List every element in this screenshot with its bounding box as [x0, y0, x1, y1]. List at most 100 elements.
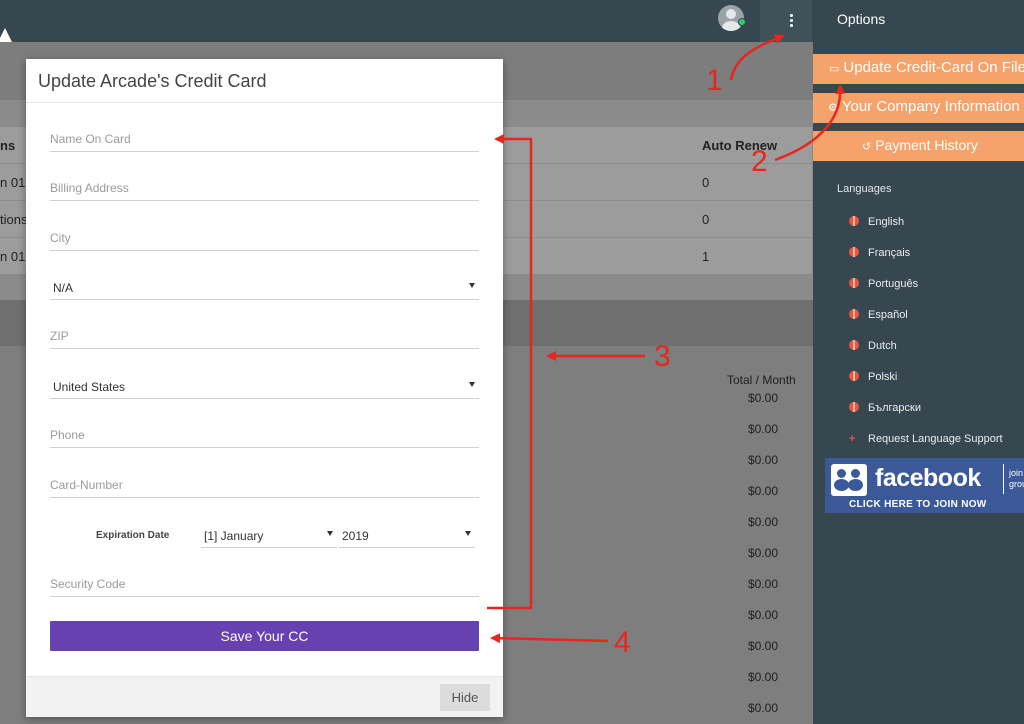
language-label: Español	[868, 309, 908, 321]
country-select[interactable]: United States	[50, 373, 479, 399]
language-item-francais[interactable]: Français	[849, 247, 910, 259]
country-select-value: United States	[53, 380, 126, 394]
zip-field[interactable]	[50, 323, 479, 349]
table-cell: tions	[0, 212, 28, 227]
language-label: Български	[868, 402, 921, 414]
globe-icon	[849, 216, 859, 226]
expiration-month-value: [1] January	[204, 529, 264, 543]
facebook-divider	[1003, 464, 1004, 494]
billing-address-field[interactable]	[50, 175, 479, 201]
annotation-label-2: 2	[751, 145, 768, 178]
expiration-year-value: 2019	[342, 529, 369, 543]
globe-icon	[849, 309, 859, 319]
language-item-polski[interactable]: Polski	[849, 371, 897, 383]
annotation-label-3: 3	[654, 340, 671, 373]
globe-icon	[849, 278, 859, 288]
plus-icon: +	[849, 433, 856, 445]
phone-field[interactable]	[50, 422, 479, 448]
modal-divider	[26, 102, 503, 103]
globe-icon	[849, 371, 859, 381]
amount-cell: $0.00	[748, 546, 779, 560]
annotation-label-4: 4	[614, 626, 631, 659]
hide-button[interactable]: Hide	[440, 684, 490, 711]
state-select[interactable]: N/A	[50, 274, 479, 300]
billing-address-input[interactable]	[50, 175, 479, 200]
language-item-portugues[interactable]: Português	[849, 278, 918, 290]
city-field[interactable]	[50, 225, 479, 251]
name-on-card-field[interactable]	[50, 126, 479, 152]
amount-cell: $0.00	[748, 670, 779, 684]
phone-input[interactable]	[50, 422, 479, 447]
facebook-group-icon	[831, 464, 867, 496]
save-cc-button[interactable]: Save Your CC	[50, 621, 479, 651]
table-cell: n 01	[0, 175, 26, 190]
expiration-year-select[interactable]: 2019	[339, 522, 475, 548]
amount-cell: $0.00	[748, 453, 779, 467]
options-title: Options	[837, 11, 886, 27]
credit-card-icon: ▭	[829, 63, 840, 75]
table-cell: 0	[702, 175, 710, 190]
kebab-dot-icon	[790, 19, 793, 22]
expiration-month-select[interactable]: [1] January	[201, 522, 337, 548]
state-select-value: N/A	[53, 281, 74, 295]
update-credit-card-modal: Update Arcade's Credit Card N/A United S…	[26, 59, 503, 717]
update-credit-card-label: Update Credit-Card On File	[843, 59, 1024, 76]
history-icon: ↺	[862, 141, 872, 153]
globe-icon	[849, 340, 859, 350]
languages-title: Languages	[837, 183, 892, 195]
amount-cell: $0.00	[748, 608, 779, 622]
annotation-arrow-1	[729, 34, 785, 81]
caret-down-icon	[465, 531, 471, 536]
security-code-field[interactable]	[50, 571, 479, 597]
amount-cell: $0.00	[748, 484, 779, 498]
table-cell: n 01	[0, 249, 26, 264]
city-input[interactable]	[50, 225, 479, 250]
payment-history-button[interactable]: ↺ Payment History	[813, 131, 1024, 161]
company-information-label: Your Company Information	[841, 98, 1020, 115]
caret-down-icon	[327, 531, 333, 536]
expiration-date-label: Expiration Date	[96, 530, 170, 541]
logo-icon	[0, 28, 12, 42]
facebook-cta: CLICK HERE TO JOIN NOW	[849, 499, 987, 510]
modal-footer: Hide	[26, 676, 503, 717]
language-item-english[interactable]: English	[849, 216, 904, 228]
total-month-header: Total / Month	[727, 373, 796, 387]
options-menu-button[interactable]	[760, 0, 812, 42]
caret-down-icon	[469, 382, 475, 387]
facebook-wordmark: facebook	[875, 464, 981, 492]
facebook-join-text: join ourgroup +	[1009, 468, 1024, 489]
annotation-label-1: 1	[706, 64, 723, 97]
gear-icon: ⚙	[828, 102, 838, 114]
language-item-dutch[interactable]: Dutch	[849, 340, 897, 352]
language-label: Dutch	[868, 340, 897, 352]
globe-icon	[849, 402, 859, 412]
table-cell: 1	[702, 249, 710, 264]
online-status-icon	[738, 18, 746, 26]
language-label: Português	[868, 278, 919, 290]
amount-cell: $0.00	[748, 639, 779, 653]
zip-input[interactable]	[50, 323, 479, 348]
caret-down-icon	[469, 283, 475, 288]
language-item-espanol[interactable]: Español	[849, 309, 908, 321]
amount-cell: $0.00	[748, 422, 779, 436]
amount-cell: $0.00	[748, 515, 779, 529]
update-credit-card-button[interactable]: ▭ Update Credit-Card On File	[813, 54, 1024, 84]
amount-cell: $0.00	[748, 701, 779, 715]
request-language-support-link[interactable]: + Request Language Support	[849, 433, 1003, 445]
company-information-button[interactable]: ⚙ Your Company Information	[813, 93, 1024, 123]
security-code-input[interactable]	[50, 571, 479, 596]
name-on-card-input[interactable]	[50, 126, 479, 151]
payment-history-label: Payment History	[875, 137, 978, 153]
kebab-dot-icon	[790, 14, 793, 17]
request-language-label: Request Language Support	[868, 433, 1003, 445]
modal-title: Update Arcade's Credit Card	[38, 71, 267, 91]
amount-cell: $0.00	[748, 391, 779, 405]
language-label: Polski	[868, 371, 898, 383]
table-header-plans: ns	[0, 138, 16, 153]
card-number-input[interactable]	[50, 472, 479, 497]
language-item-bulgarian[interactable]: Български	[849, 402, 921, 414]
card-number-field[interactable]	[50, 472, 479, 498]
language-label: English	[868, 216, 905, 228]
facebook-join-banner[interactable]: facebook join ourgroup + CLICK HERE TO J…	[825, 458, 1024, 513]
kebab-dot-icon	[790, 24, 793, 27]
